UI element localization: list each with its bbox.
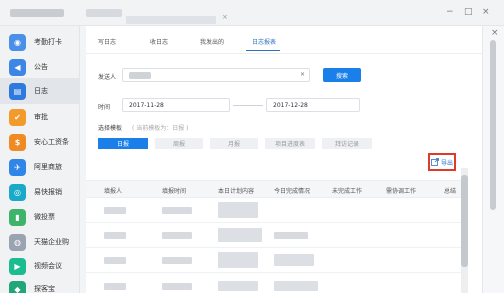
sidebar-item-label: 探客宝: [34, 285, 55, 293]
cell-reporter-blurred: [104, 257, 126, 264]
sidebar-item-label: 安心工资条: [34, 138, 69, 146]
column-header[interactable]: 填报人: [104, 186, 122, 195]
sender-clear-icon[interactable]: ×: [300, 71, 305, 78]
tab-log-report[interactable]: 日志报表: [252, 37, 276, 46]
sidebar-item-approval[interactable]: ✔ 审批: [0, 104, 80, 130]
cell-plan-blurred: [218, 202, 258, 218]
sidebar-item-label: 微投票: [34, 213, 55, 221]
sidebar-item-log[interactable]: ▤ 日志: [0, 78, 80, 104]
sidebar-item-vote[interactable]: ▮ 微投票: [0, 204, 80, 230]
app-subtitle-blurred: [86, 9, 122, 17]
cell-plan-blurred: [218, 252, 258, 268]
sidebar-item-attendance[interactable]: ◉ 考勤打卡: [0, 29, 80, 55]
active-tab-indicator: [246, 50, 280, 51]
expense-icon: ◎: [9, 183, 26, 201]
time-label: 时间: [98, 104, 111, 111]
salary-icon: $: [9, 133, 26, 151]
column-header[interactable]: 需协调工作: [386, 186, 416, 195]
browser-tab[interactable]: [126, 16, 216, 24]
table-row[interactable]: [86, 223, 466, 248]
sidebar-item-label: 天猫企业购: [34, 238, 69, 246]
sender-value-blurred: [129, 71, 151, 79]
column-header[interactable]: 本日计划内容: [218, 186, 254, 195]
cell-time-blurred: [162, 283, 192, 290]
minimize-icon[interactable]: −: [446, 7, 454, 17]
cell-done-blurred: [274, 281, 318, 291]
end-date-input[interactable]: 2017-12-28: [266, 98, 360, 112]
column-header[interactable]: 总结: [444, 186, 456, 195]
video-icon: ▶: [9, 257, 26, 275]
travel-icon: ✈: [9, 158, 26, 176]
sidebar-item-label: 日志: [34, 87, 48, 95]
side-close-icon[interactable]: ×: [491, 28, 499, 38]
tab-received-log[interactable]: 收日志: [150, 37, 168, 46]
template-visit-record[interactable]: 拜访记录: [322, 138, 372, 149]
sidebar-item-explore[interactable]: ◆ 探客宝: [0, 276, 80, 293]
export-icon: [431, 158, 439, 166]
template-project-progress[interactable]: 项目进度表: [265, 138, 315, 149]
template-hint: ( 当前模板为：日报 ): [132, 125, 189, 132]
log-icon: ▤: [9, 82, 26, 100]
approval-icon: ✔: [9, 108, 26, 126]
title-bar: × − □ ×: [0, 0, 504, 26]
template-weekly[interactable]: 周报: [155, 138, 203, 149]
tmall-icon: ◍: [9, 233, 26, 251]
sidebar-item-salary[interactable]: $ 安心工资条: [0, 129, 80, 155]
export-label: 导出: [440, 159, 453, 167]
table-header: 填报人 填报时间 本日计划内容 今日完成情况 未完成工作 需协调工作 总结: [86, 180, 466, 198]
cell-time-blurred: [162, 232, 192, 239]
cell-reporter-blurred: [104, 232, 126, 239]
sidebar-item-expense[interactable]: ◎ 易快报销: [0, 179, 80, 205]
app-title-blurred: [10, 9, 64, 17]
column-header[interactable]: 今日完成情况: [274, 186, 310, 195]
table-scrollbar-thumb[interactable]: [461, 175, 468, 267]
cell-time-blurred: [162, 257, 192, 264]
cell-reporter-blurred: [104, 283, 126, 290]
sender-input[interactable]: [122, 68, 310, 82]
explore-icon: ◆: [9, 280, 26, 293]
sidebar-item-tmall[interactable]: ◍ 天猫企业购: [0, 229, 80, 255]
tab-write-log[interactable]: 写日志: [98, 37, 116, 46]
table-row[interactable]: [86, 248, 466, 273]
close-icon[interactable]: ×: [482, 7, 490, 17]
column-header[interactable]: 未完成工作: [332, 186, 362, 195]
location-icon: ◉: [9, 33, 26, 51]
table-row[interactable]: [86, 198, 466, 223]
sidebar-item-travel[interactable]: ✈ 阿里商旅: [0, 154, 80, 180]
export-button[interactable]: 导出: [428, 153, 456, 171]
table-row[interactable]: [86, 273, 466, 293]
template-daily[interactable]: 日报: [98, 138, 148, 149]
sidebar-item-label: 易快报销: [34, 188, 62, 196]
cell-time-blurred: [162, 207, 192, 214]
date-range-separator: [233, 105, 263, 106]
sender-label: 发送人: [98, 74, 117, 81]
sidebar-item-label: 视频会议: [34, 262, 62, 270]
cell-reporter-blurred: [104, 207, 126, 214]
vote-icon: ▮: [9, 208, 26, 226]
column-header[interactable]: 填报时间: [162, 186, 186, 195]
sidebar-item-label: 公告: [34, 63, 48, 71]
sidebar-item-label: 审批: [34, 113, 48, 121]
sidebar: ◉ 考勤打卡 ◀ 公告 ▤ 日志 ✔ 审批 $ 安心工资条 ✈ 阿里商旅 ◎ 易…: [0, 26, 80, 293]
start-date-input[interactable]: 2017-11-28: [122, 98, 230, 112]
cell-done-blurred: [274, 232, 308, 239]
sidebar-item-label: 考勤打卡: [34, 38, 62, 46]
search-button[interactable]: 搜索: [323, 68, 361, 82]
sidebar-item-label: 阿里商旅: [34, 163, 62, 171]
cell-done-blurred: [274, 254, 314, 266]
template-monthly[interactable]: 月报: [210, 138, 258, 149]
megaphone-icon: ◀: [9, 58, 26, 76]
tab-sent-log[interactable]: 我发出的: [200, 37, 224, 46]
cell-plan-blurred: [218, 228, 262, 242]
template-label: 选择模板: [98, 125, 123, 132]
sidebar-item-announcement[interactable]: ◀ 公告: [0, 54, 80, 80]
cell-plan-blurred: [218, 281, 258, 291]
maximize-icon[interactable]: □: [464, 7, 473, 17]
tabs-divider: [86, 53, 482, 54]
page-scrollbar-thumb[interactable]: [490, 40, 496, 210]
tab-close-icon[interactable]: ×: [222, 13, 228, 21]
